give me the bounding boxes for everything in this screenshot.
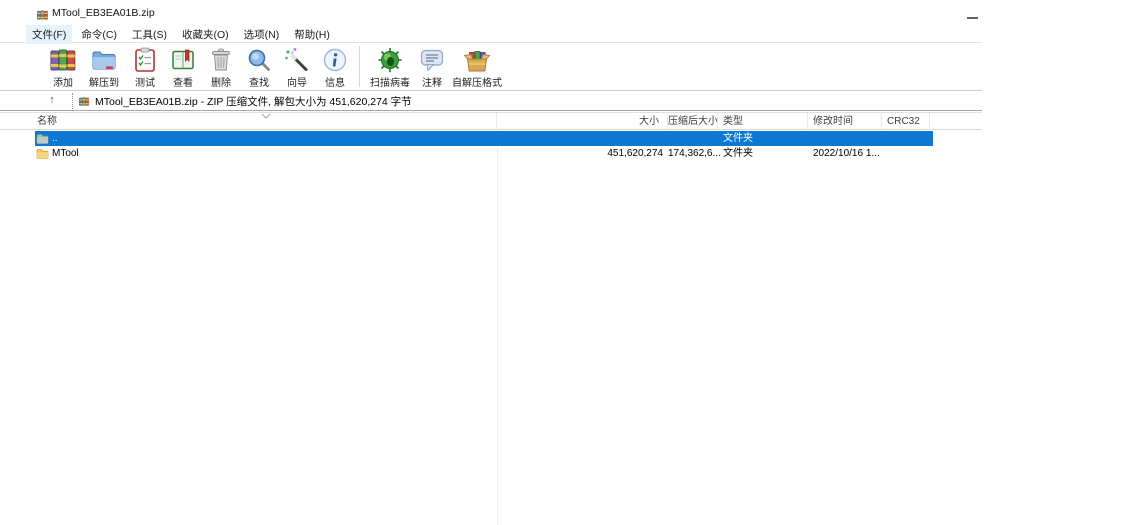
test-button-label: 测试 — [135, 78, 155, 89]
toolbar: 添加 解压到 测试 查看 删除 查找 向导 信息 扫描病毒 注释 自解压格式 — [0, 44, 982, 91]
window-title: MTool_EB3EA01B.zip — [52, 7, 155, 19]
view-button-label: 查看 — [173, 78, 193, 89]
view-button[interactable]: 查看 — [164, 46, 202, 89]
test-clipboard-icon — [135, 47, 155, 72]
scan-virus-button-label: 扫描病毒 — [370, 78, 410, 89]
up-one-level-button[interactable]: ↑ — [44, 94, 60, 108]
test-button[interactable]: 测试 — [126, 46, 164, 89]
list-item-mtool-folder[interactable]: MTool 451,620,274 174,362,6... 文件夹 2022/… — [0, 146, 982, 161]
wizard-button-label: 向导 — [287, 78, 307, 89]
extract-to-button[interactable]: 解压到 — [82, 46, 126, 89]
add-button[interactable]: 添加 — [44, 46, 82, 89]
add-button-label: 添加 — [53, 78, 73, 89]
winrar-window: MTool_EB3EA01B.zip 文件(F) 命令(C) 工具(S) 收藏夹… — [0, 0, 982, 525]
cell-size: 451,620,274 — [607, 148, 663, 159]
virus-scan-icon — [378, 47, 402, 73]
cell-modified: 2022/10/16 1... — [813, 148, 880, 159]
menu-favorites[interactable]: 收藏夹(O) — [176, 25, 235, 44]
wizard-wand-icon — [285, 48, 308, 71]
separator-line — [0, 110, 982, 111]
wizard-button[interactable]: 向导 — [278, 46, 316, 89]
selection-highlight — [35, 131, 933, 146]
info-icon — [323, 48, 347, 72]
find-button[interactable]: 查找 — [240, 46, 278, 89]
cell-name: .. — [52, 133, 58, 144]
parent-folder-icon — [36, 134, 49, 144]
extract-folder-icon — [92, 51, 116, 70]
cell-name: MTool — [52, 148, 79, 159]
comment-bubble-icon — [420, 49, 444, 72]
cell-packed: 174,362,6... — [668, 148, 721, 159]
zip-archive-icon — [79, 96, 89, 106]
sfx-box-icon — [463, 51, 491, 72]
folder-icon — [36, 149, 49, 159]
menu-bar: 文件(F) 命令(C) 工具(S) 收藏夹(O) 选项(N) 帮助(H) — [0, 24, 982, 44]
sort-chevron-icon — [261, 113, 271, 119]
menu-options[interactable]: 选项(N) — [238, 25, 286, 44]
find-magnifier-icon — [248, 49, 270, 71]
cell-packed — [668, 131, 717, 146]
view-book-icon — [172, 49, 194, 70]
menu-commands[interactable]: 命令(C) — [75, 25, 123, 44]
column-header-size[interactable]: 大小 — [497, 113, 668, 130]
list-column-header: 名称 大小 压缩后大小 类型 修改时间 CRC32 — [0, 113, 982, 130]
info-button-label: 信息 — [325, 78, 345, 89]
column-header-crc32[interactable]: CRC32 — [882, 113, 930, 130]
list-item-parent-dir[interactable]: .. 文件夹 — [0, 131, 982, 146]
comment-button-label: 注释 — [422, 78, 442, 89]
info-button[interactable]: 信息 — [316, 46, 354, 89]
column-header-name[interactable]: 名称 — [0, 113, 497, 130]
extract-to-button-label: 解压到 — [89, 78, 119, 89]
column-header-modified[interactable]: 修改时间 — [808, 113, 882, 130]
address-bar[interactable]: MTool_EB3EA01B.zip - ZIP 压缩文件, 解包大小为 451… — [72, 93, 975, 109]
find-button-label: 查找 — [249, 78, 269, 89]
minimize-icon — [967, 17, 978, 19]
winrar-app-icon — [37, 10, 48, 20]
title-bar: MTool_EB3EA01B.zip — [0, 0, 982, 26]
sfx-button-label: 自解压格式 — [452, 78, 502, 89]
minimize-button[interactable] — [964, 10, 982, 24]
comment-button[interactable]: 注释 — [415, 46, 449, 89]
cell-size — [497, 131, 663, 146]
name-column-divider — [497, 130, 498, 525]
menu-file[interactable]: 文件(F) — [26, 24, 73, 44]
address-text: MTool_EB3EA01B.zip - ZIP 压缩文件, 解包大小为 451… — [95, 95, 412, 108]
scan-virus-button[interactable]: 扫描病毒 — [365, 46, 415, 89]
delete-trash-icon — [212, 48, 230, 71]
menu-tools[interactable]: 工具(S) — [126, 25, 173, 44]
winrar-archive-icon — [50, 49, 76, 71]
toolbar-separator — [359, 46, 360, 87]
delete-button-label: 删除 — [211, 78, 231, 89]
cell-type: 文件夹 — [723, 133, 753, 144]
column-header-packed[interactable]: 压缩后大小 — [668, 113, 718, 130]
column-header-type[interactable]: 类型 — [718, 113, 808, 130]
delete-button[interactable]: 删除 — [202, 46, 240, 89]
menu-help[interactable]: 帮助(H) — [288, 25, 336, 44]
sfx-button[interactable]: 自解压格式 — [449, 46, 505, 89]
cell-type: 文件夹 — [723, 148, 753, 159]
